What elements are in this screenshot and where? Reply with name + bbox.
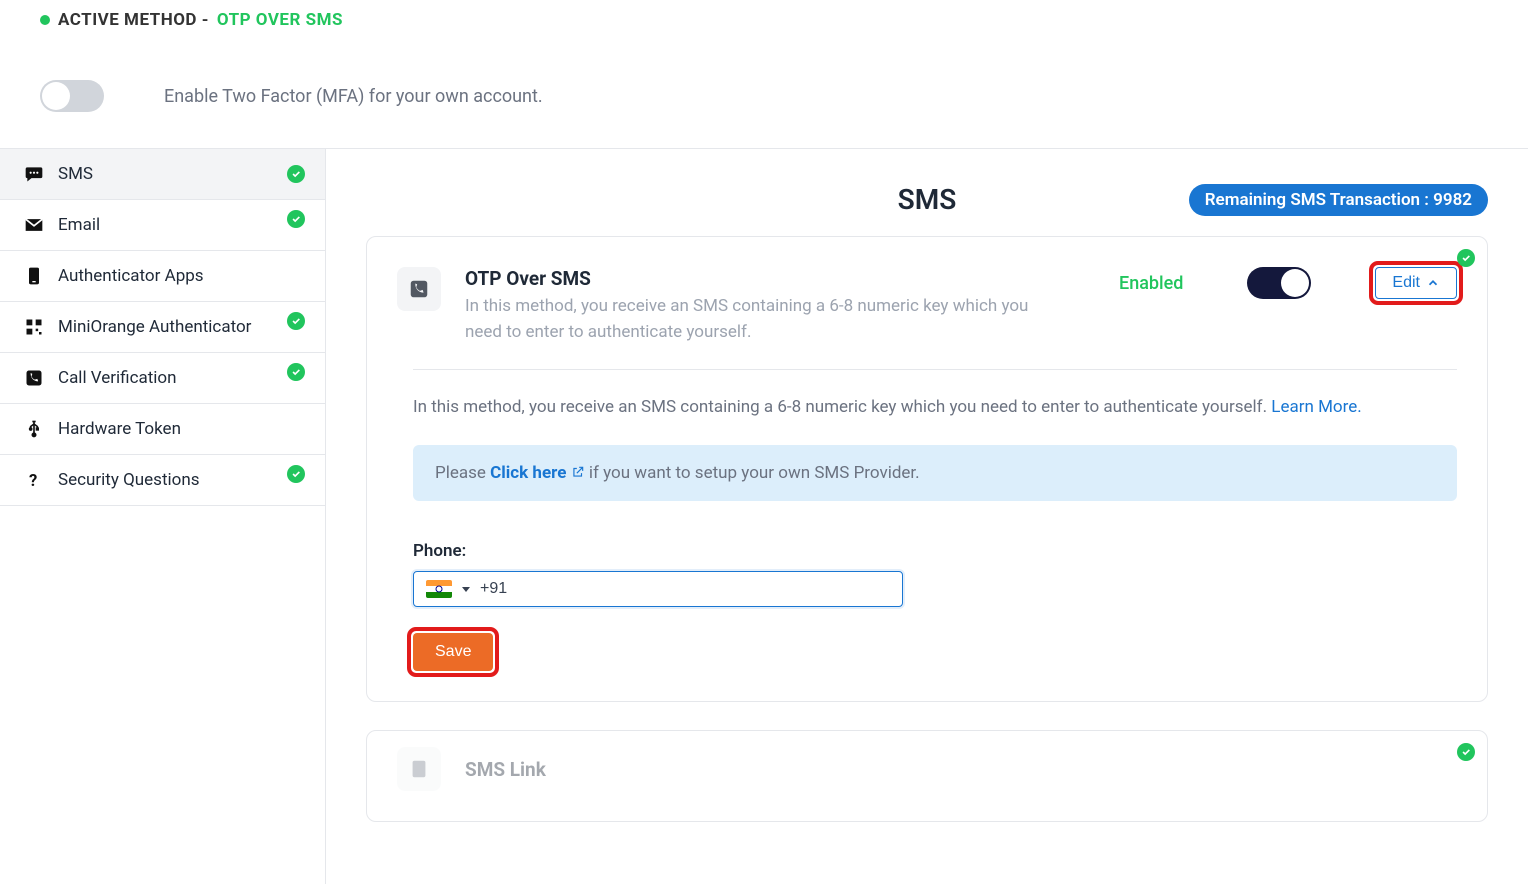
remaining-label: Remaining SMS Transaction : <box>1205 190 1433 210</box>
active-method-value: OTP OVER SMS <box>217 10 343 30</box>
chevron-down-icon[interactable] <box>462 587 470 592</box>
check-icon <box>1457 249 1475 267</box>
remaining-value: 9982 <box>1433 190 1472 210</box>
body-text: In this method, you receive an SMS conta… <box>413 397 1271 417</box>
edit-button[interactable]: Edit <box>1375 267 1457 299</box>
page-title: SMS <box>898 183 957 216</box>
active-method-label: ACTIVE METHOD - <box>58 10 209 30</box>
link-icon <box>397 747 441 791</box>
sidebar-item-hardware-token[interactable]: Hardware Token <box>0 404 325 455</box>
sidebar-item-email[interactable]: Email <box>0 200 325 251</box>
sidebar-item-label: Security Questions <box>58 470 200 490</box>
check-icon <box>287 363 305 381</box>
check-icon <box>1457 743 1475 761</box>
method-body-text: In this method, you receive an SMS conta… <box>413 394 1457 421</box>
toggle-knob <box>1281 269 1309 297</box>
sidebar-item-label: Hardware Token <box>58 419 181 439</box>
edit-button-label: Edit <box>1392 274 1420 292</box>
phone-input[interactable] <box>480 580 890 598</box>
sidebar-item-sms[interactable]: SMS <box>0 149 325 200</box>
phone-label: Phone: <box>413 541 1457 561</box>
question-icon: ? <box>24 470 44 490</box>
check-icon <box>287 312 305 330</box>
otp-over-sms-card: OTP Over SMS In this method, you receive… <box>366 236 1488 702</box>
sms-link-card: SMS Link <box>366 730 1488 822</box>
method-title: OTP Over SMS <box>465 267 1045 290</box>
envelope-icon <box>24 215 44 235</box>
sidebar-item-label: Authenticator Apps <box>58 266 204 286</box>
status-dot <box>40 15 50 25</box>
setup-sms-provider-link[interactable]: Click here <box>490 463 589 483</box>
sidebar: SMS Email Authenticator Apps MiniOrange … <box>0 149 326 884</box>
sidebar-item-label: Email <box>58 215 100 235</box>
check-icon <box>287 165 305 183</box>
check-icon <box>287 210 305 228</box>
mfa-enable-toggle[interactable] <box>40 80 104 112</box>
phone-input-group[interactable] <box>413 571 903 607</box>
external-link-icon <box>571 465 585 479</box>
info-link-text: Click here <box>490 463 570 483</box>
svg-text:?: ? <box>29 472 37 490</box>
sidebar-item-miniorange-authenticator[interactable]: MiniOrange Authenticator <box>0 302 325 353</box>
mfa-enable-text: Enable Two Factor (MFA) for your own acc… <box>164 86 543 107</box>
sidebar-item-label: MiniOrange Authenticator <box>58 317 251 337</box>
chevron-up-icon <box>1426 276 1440 290</box>
method-description: In this method, you receive an SMS conta… <box>465 294 1045 345</box>
sidebar-item-label: Call Verification <box>58 368 177 388</box>
phone-icon <box>24 368 44 388</box>
sms-provider-info: Please Click here if you want to setup y… <box>413 445 1457 501</box>
phone-app-icon <box>24 266 44 286</box>
status-label: Enabled <box>1119 273 1183 294</box>
method-enable-toggle[interactable] <box>1247 267 1311 299</box>
info-suffix: if you want to setup your own SMS Provid… <box>589 463 920 483</box>
save-button[interactable]: Save <box>413 633 493 671</box>
remaining-sms-badge: Remaining SMS Transaction : 9982 <box>1189 184 1488 216</box>
method-title: SMS Link <box>465 758 546 781</box>
sidebar-item-label: SMS <box>58 164 93 184</box>
chat-dots-icon <box>24 164 44 184</box>
learn-more-link[interactable]: Learn More. <box>1271 397 1361 417</box>
sidebar-item-call-verification[interactable]: Call Verification <box>0 353 325 404</box>
usb-icon <box>24 419 44 439</box>
qr-icon <box>24 317 44 337</box>
info-prefix: Please <box>435 463 490 483</box>
sidebar-item-security-questions[interactable]: ? Security Questions <box>0 455 325 506</box>
check-icon <box>287 465 305 483</box>
toggle-knob <box>42 82 70 110</box>
country-flag-icon[interactable] <box>426 580 452 598</box>
sidebar-item-authenticator-apps[interactable]: Authenticator Apps <box>0 251 325 302</box>
phone-icon <box>397 267 441 311</box>
